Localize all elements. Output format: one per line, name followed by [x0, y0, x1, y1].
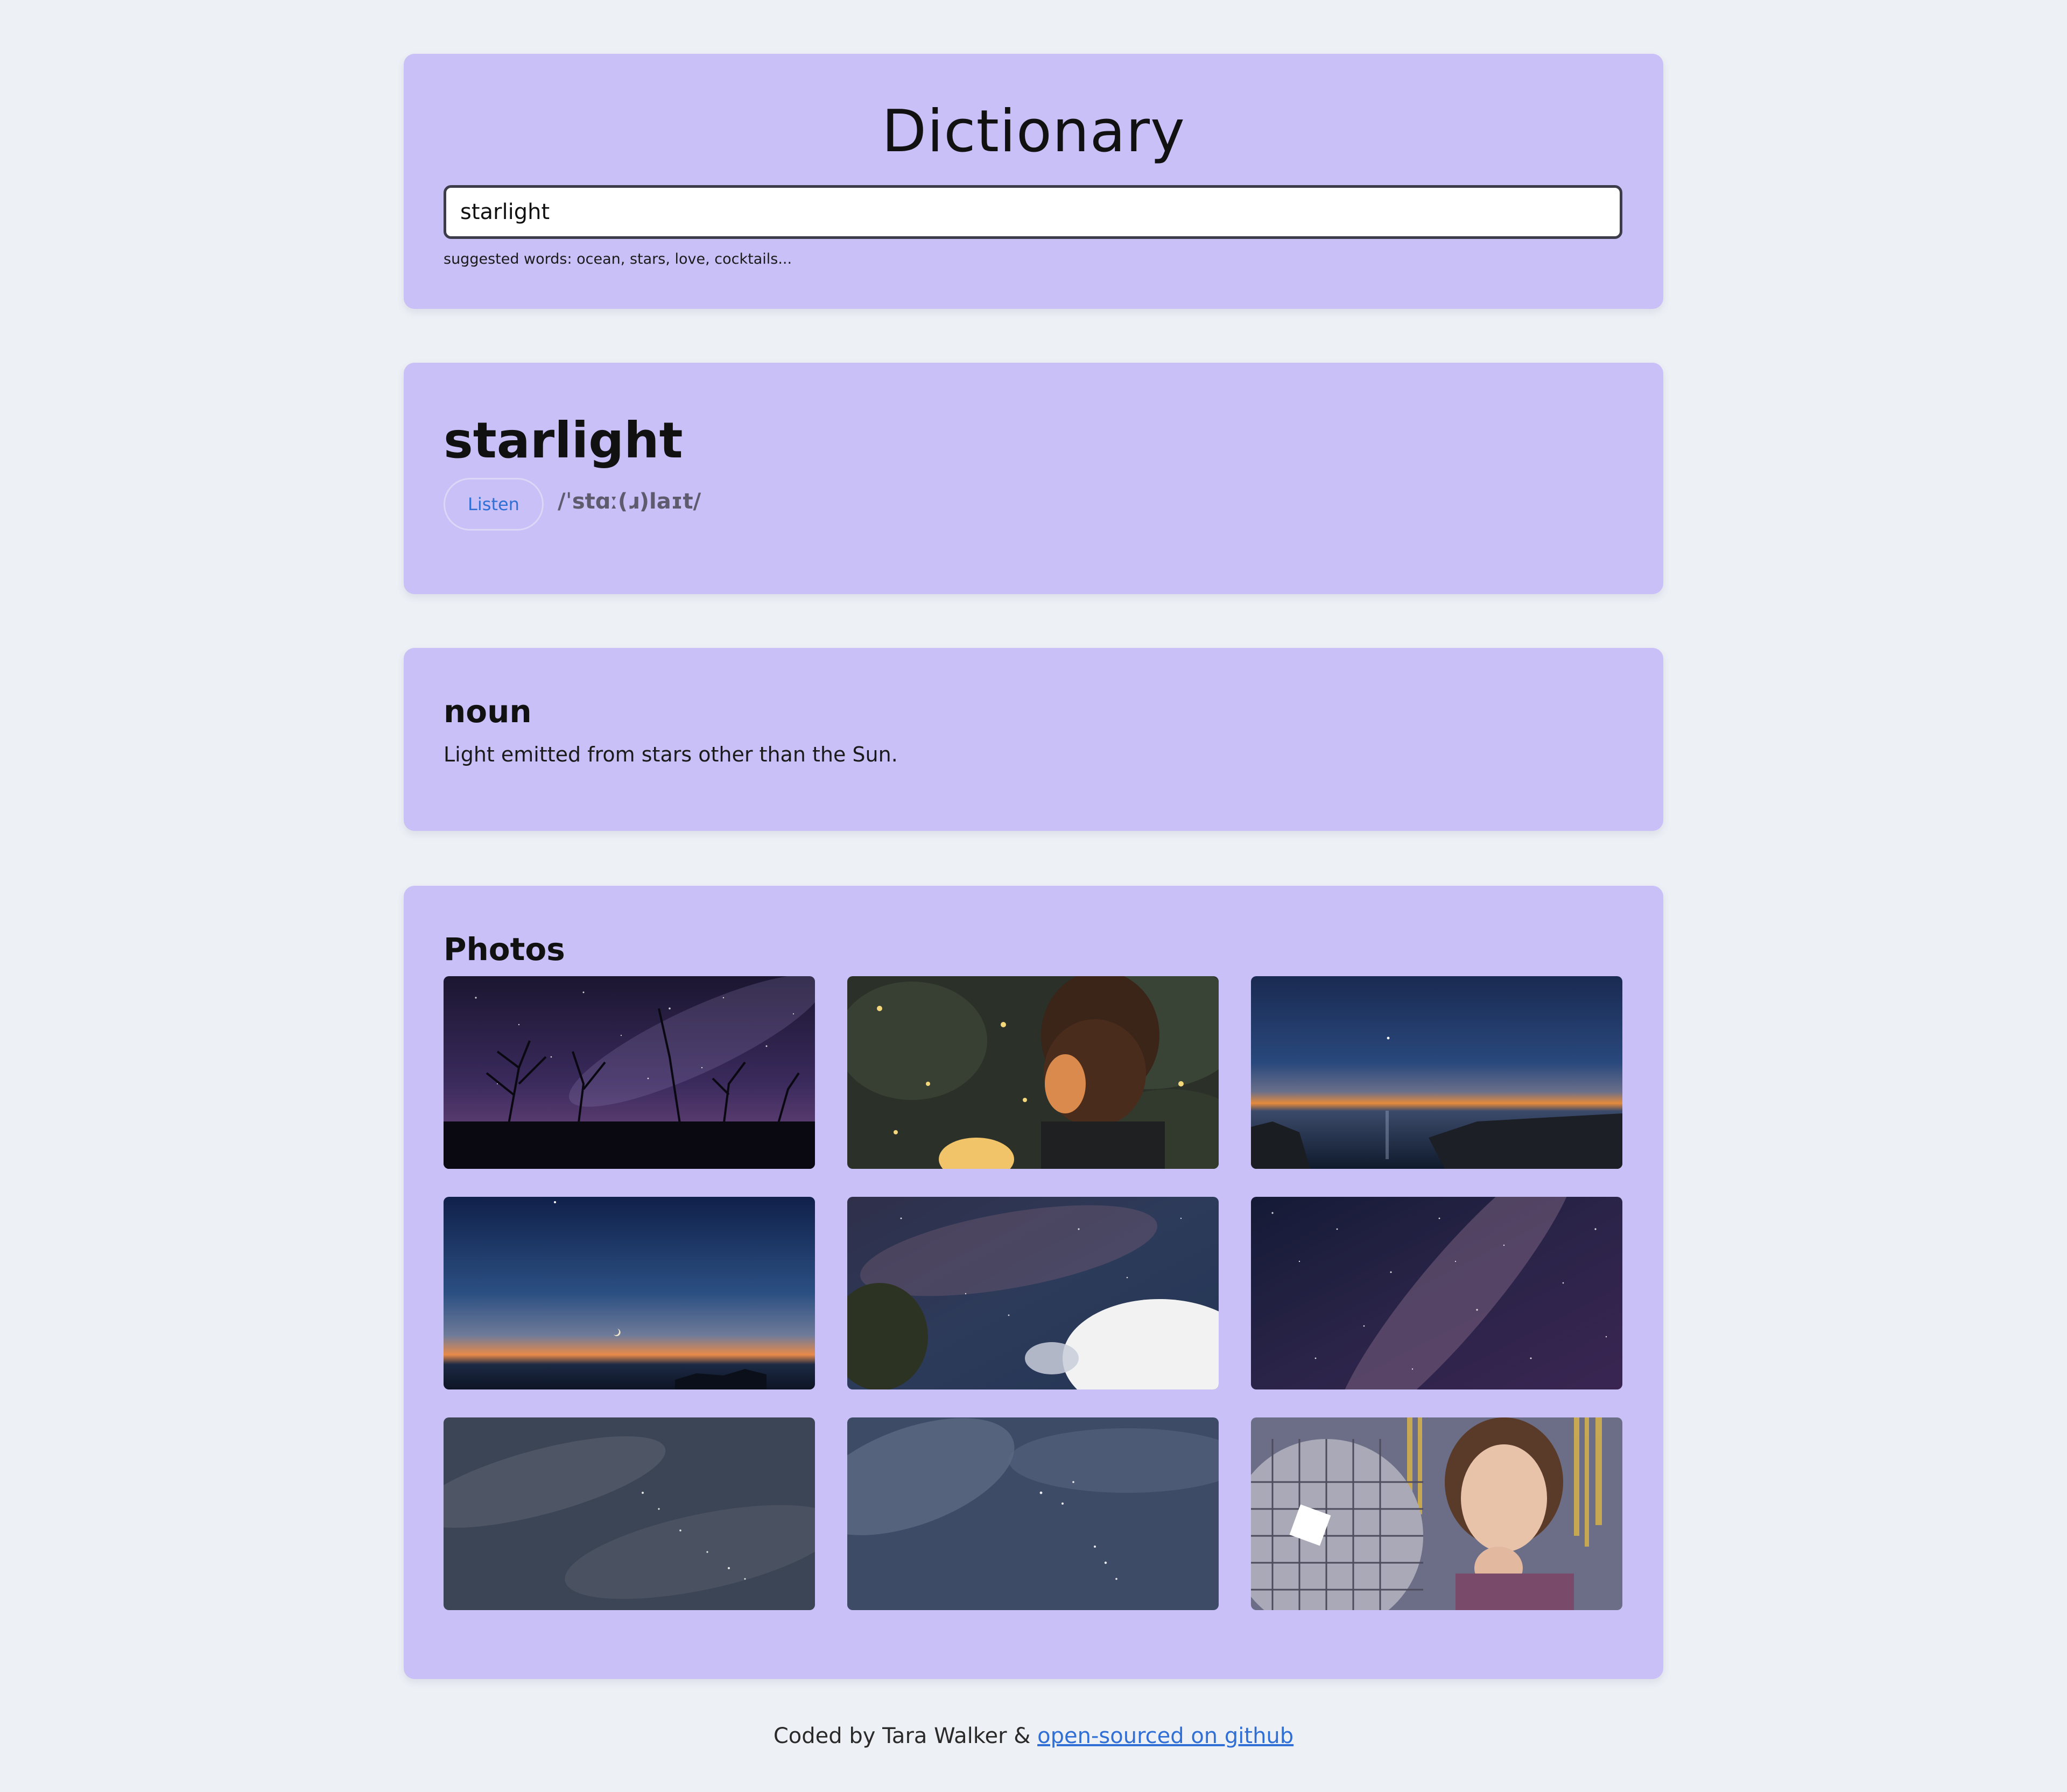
photo-image — [847, 976, 1219, 1169]
photo-image — [444, 976, 815, 1169]
footer-credit: Coded by Tara Walker & — [773, 1724, 1038, 1748]
photo-woman-with-disco-ball[interactable] — [1251, 1417, 1622, 1610]
photo-dense-starfield[interactable] — [1251, 1197, 1622, 1389]
page: Dictionary suggested words: ocean, stars… — [0, 0, 2067, 1792]
suggested-words-hint: suggested words: ocean, stars, love, coc… — [444, 251, 792, 267]
photo-image — [847, 1197, 1219, 1389]
photo-twilight-over-sea[interactable] — [1251, 976, 1622, 1169]
word-card: starlight Listen /ˈstɑː(ɹ)laɪt/ — [404, 363, 1663, 594]
phonetic-text: /ˈstɑː(ɹ)laɪt/ — [558, 489, 701, 514]
photo-image — [847, 1417, 1219, 1610]
photo-image — [1251, 1417, 1622, 1610]
search-input[interactable] — [444, 185, 1622, 239]
photo-crescent-moon-sunset[interactable] — [444, 1197, 815, 1389]
definition-text: Light emitted from stars other than the … — [444, 743, 898, 766]
github-link[interactable]: open-sourced on github — [1037, 1724, 1293, 1748]
photo-image — [1251, 1197, 1622, 1389]
page-title: Dictionary — [882, 98, 1185, 165]
photos-heading: Photos — [444, 931, 565, 968]
photo-milky-way-over-trees[interactable] — [444, 976, 815, 1169]
photo-cloudy-night-sky-1[interactable] — [444, 1417, 815, 1610]
word-heading: starlight — [444, 412, 683, 469]
footer: Coded by Tara Walker & open-sourced on g… — [0, 1720, 2067, 1752]
photo-milky-way-with-clouds[interactable] — [847, 1197, 1219, 1389]
search-card: Dictionary suggested words: ocean, stars… — [404, 54, 1663, 309]
photo-image — [444, 1197, 815, 1389]
photos-card: Photos — [404, 886, 1663, 1679]
part-of-speech: noun — [444, 693, 532, 730]
listen-button[interactable]: Listen — [444, 478, 544, 531]
photo-cloudy-night-sky-2[interactable] — [847, 1417, 1219, 1610]
photo-image — [1251, 976, 1622, 1169]
photo-child-looking-at-fireflies[interactable] — [847, 976, 1219, 1169]
meaning-card: noun Light emitted from stars other than… — [404, 648, 1663, 831]
photo-image — [444, 1417, 815, 1610]
